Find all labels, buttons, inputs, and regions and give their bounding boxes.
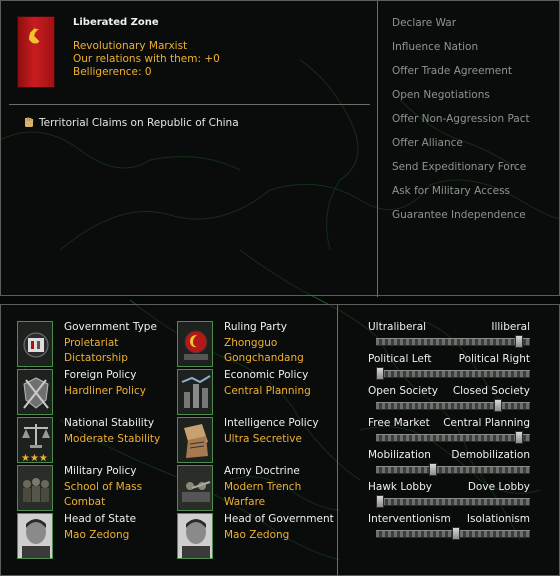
slider-track	[376, 434, 530, 442]
slider-knob[interactable]	[428, 463, 437, 476]
divider	[9, 104, 370, 105]
slider-knob[interactable]	[376, 495, 384, 508]
policy-government-type: Government Type Proletariat Dictatorship	[17, 321, 167, 367]
policy-label: National Stability	[64, 417, 155, 429]
hammer-sickle-icon	[29, 27, 40, 44]
policy-label: Army Doctrine	[224, 465, 300, 477]
policy-value: Mao Zedong	[224, 529, 290, 541]
policy-value: Proletariat Dictatorship	[64, 337, 128, 364]
slider-left-label: Free Market	[368, 417, 430, 429]
slider-left-label: Open Society	[368, 385, 438, 397]
policy-national-stability: ★★★ National Stability Moderate Stabilit…	[17, 417, 167, 463]
offer-non-aggression-pact-button[interactable]: Offer Non-Aggression Pact	[392, 112, 530, 136]
policy-ruling-party: Ruling Party Zhongguo Gongchandang	[177, 321, 327, 367]
slider-left-label: Interventionism	[368, 513, 451, 525]
divider	[337, 305, 338, 576]
policy-value: Hardliner Policy	[64, 385, 146, 397]
intelligence-policy-icon	[177, 417, 213, 463]
foreign-policy-icon	[17, 369, 53, 415]
policy-label: Government Type	[64, 321, 157, 333]
policy-value: Modern Trench Warfare	[224, 481, 302, 508]
slider-track	[376, 402, 530, 410]
head-of-government-portrait[interactable]	[177, 513, 213, 559]
policy-value: Central Planning	[224, 385, 311, 397]
military-policy-icon	[17, 465, 53, 511]
slider-right-label: Closed Society	[452, 385, 530, 397]
country-name: Liberated Zone	[73, 17, 159, 28]
policy-label: Head of State	[64, 513, 137, 525]
policy-label: Head of Government	[224, 513, 334, 525]
economic-policy-icon	[177, 369, 213, 415]
slider-hawk-dove-lobby: Hawk Lobby Dove Lobby	[368, 481, 530, 513]
policy-head-of-state: Head of State Mao Zedong	[17, 513, 167, 559]
territorial-claims-label: Territorial Claims on Republic of China	[39, 117, 239, 129]
declare-war-button[interactable]: Declare War	[392, 16, 530, 40]
policy-army-doctrine: Army Doctrine Modern Trench Warfare	[177, 465, 327, 511]
svg-text:★★★: ★★★	[21, 453, 48, 463]
policy-value: Mao Zedong	[64, 529, 130, 541]
open-negotiations-button[interactable]: Open Negotiations	[392, 88, 530, 112]
slider-right-label: Demobilization	[451, 449, 530, 461]
slider-left-label: Mobilization	[368, 449, 431, 461]
policies-panel: Government Type Proletariat Dictatorship …	[0, 304, 560, 576]
army-doctrine-icon	[177, 465, 213, 511]
policy-label: Economic Policy	[224, 369, 309, 381]
policy-label: Intelligence Policy	[224, 417, 319, 429]
slider-right-label: Central Planning	[443, 417, 530, 429]
influence-nation-button[interactable]: Influence Nation	[392, 40, 530, 64]
slider-right-label: Political Right	[458, 353, 530, 365]
slider-knob[interactable]	[514, 335, 523, 348]
diplomacy-panel: Liberated Zone Revolutionary Marxist Our…	[0, 0, 560, 297]
ask-military-access-button[interactable]: Ask for Military Access	[392, 184, 530, 208]
government-type-icon	[17, 321, 53, 367]
ruling-party-icon	[177, 321, 213, 367]
slider-right-label: Isolationism	[466, 513, 530, 525]
slider-knob[interactable]	[376, 367, 384, 380]
policy-head-of-government: Head of Government Mao Zedong	[177, 513, 334, 559]
policy-foreign-policy: Foreign Policy Hardliner Policy	[17, 369, 167, 415]
policy-value: Moderate Stability	[64, 433, 161, 445]
slider-left-label: Ultraliberal	[368, 321, 427, 333]
slider-free-market-central-planning: Free Market Central Planning	[368, 417, 530, 449]
slider-track	[376, 338, 530, 346]
slider-track	[376, 466, 530, 474]
slider-ultraliberal-illiberal: Ultraliberal Illiberal	[368, 321, 530, 353]
policy-label: Ruling Party	[224, 321, 287, 333]
offer-trade-agreement-button[interactable]: Offer Trade Agreement	[392, 64, 530, 88]
slider-track	[376, 370, 530, 378]
policy-value: School of Mass Combat	[64, 481, 143, 508]
head-of-state-portrait[interactable]	[17, 513, 53, 559]
policy-label: Foreign Policy	[64, 369, 137, 381]
relations-text: Our relations with them: +0	[73, 53, 220, 65]
send-expeditionary-force-button[interactable]: Send Expeditionary Force	[392, 160, 530, 184]
slider-knob[interactable]	[494, 399, 503, 412]
stability-scales-icon: ★★★	[17, 417, 53, 463]
policy-intelligence-policy: Intelligence Policy Ultra Secretive	[177, 417, 327, 463]
slider-knob[interactable]	[451, 527, 460, 540]
diplomatic-actions-list: Declare War Influence Nation Offer Trade…	[392, 16, 530, 232]
slider-right-label: Dove Lobby	[467, 481, 530, 493]
slider-political-left-right: Political Left Political Right	[368, 353, 530, 385]
territorial-claims-row: Territorial Claims on Republic of China	[23, 117, 239, 129]
belligerence-text: Belligerence: 0	[73, 66, 152, 78]
policy-military-policy: Military Policy School of Mass Combat	[17, 465, 167, 511]
guarantee-independence-button[interactable]: Guarantee Independence	[392, 208, 530, 232]
policy-value: Zhongguo Gongchandang	[224, 337, 304, 364]
divider	[377, 1, 378, 297]
slider-interventionism-isolationism: Interventionism Isolationism	[368, 513, 530, 545]
slider-mobilization-demobilization: Mobilization Demobilization	[368, 449, 530, 481]
slider-left-label: Political Left	[368, 353, 432, 365]
policy-value: Ultra Secretive	[224, 433, 302, 445]
policy-label: Military Policy	[64, 465, 137, 477]
ideology-text: Revolutionary Marxist	[73, 40, 188, 52]
slider-open-closed-society: Open Society Closed Society	[368, 385, 530, 417]
slider-track	[376, 498, 530, 506]
raised-fist-icon	[25, 117, 34, 127]
slider-left-label: Hawk Lobby	[368, 481, 432, 493]
policy-economic-policy: Economic Policy Central Planning	[177, 369, 327, 415]
slider-knob[interactable]	[514, 431, 523, 444]
slider-right-label: Illiberal	[491, 321, 530, 333]
country-flag	[17, 16, 55, 88]
offer-alliance-button[interactable]: Offer Alliance	[392, 136, 530, 160]
